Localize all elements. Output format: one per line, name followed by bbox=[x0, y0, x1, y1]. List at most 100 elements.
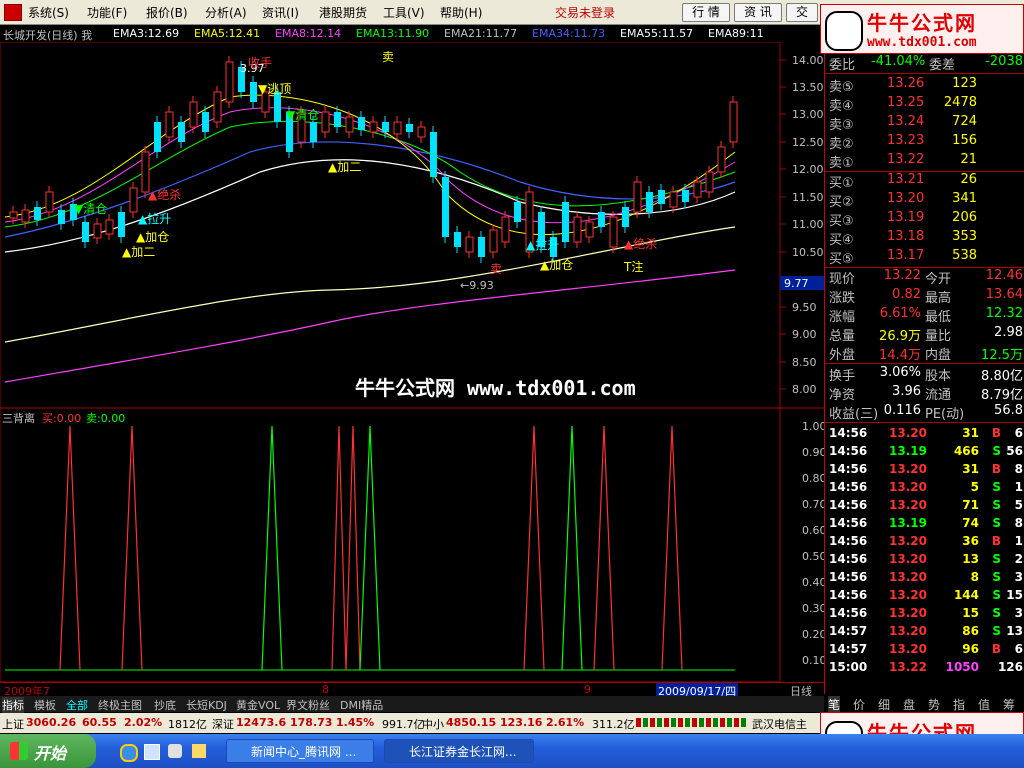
signal-label: ▲绝杀 bbox=[624, 237, 658, 251]
folder-icon[interactable] bbox=[192, 744, 206, 758]
tab-vol[interactable]: 黄金VOL bbox=[236, 697, 280, 713]
tick-volume: 74 bbox=[962, 516, 979, 530]
tick-count: 56 bbox=[1006, 444, 1023, 458]
menu-analysis[interactable]: 分析(A) bbox=[205, 4, 247, 21]
menu-tools[interactable]: 工具(V) bbox=[383, 4, 425, 21]
tab-ultimate[interactable]: 终极主图 bbox=[98, 697, 142, 713]
watermark-text: 牛牛公式网 www.tdx001.com bbox=[355, 376, 636, 400]
tick-row: 14:56 13.19 466 S 56 bbox=[825, 444, 1024, 462]
kline-svg bbox=[0, 42, 824, 682]
tab-dmi[interactable]: DMI精品 bbox=[340, 697, 383, 713]
stat-row: 外盘 14.4万 内盘 12.5万 bbox=[825, 344, 1024, 363]
indicator-spike bbox=[261, 425, 283, 671]
windows-logo-icon bbox=[10, 742, 28, 760]
signal-label: 卖 bbox=[382, 50, 395, 64]
ad-url: www.tdx001.com bbox=[867, 35, 977, 50]
quote-tab[interactable]: 指 bbox=[953, 696, 965, 713]
menu-system[interactable]: 系统(S) bbox=[28, 4, 69, 21]
indicator-tick: 0.40 bbox=[802, 576, 827, 589]
signal-label: 收手 bbox=[248, 56, 273, 70]
candle-body bbox=[693, 181, 702, 198]
tick-row: 14:56 13.20 36 B 1 bbox=[825, 534, 1024, 552]
indicator-group bbox=[5, 425, 735, 671]
tab-kdj[interactable]: 长短KDJ bbox=[186, 697, 227, 713]
candle-body bbox=[105, 219, 114, 235]
tick-time: 14:56 bbox=[829, 606, 868, 620]
app-icon[interactable] bbox=[4, 4, 22, 21]
news-button[interactable]: 资 讯 bbox=[734, 3, 782, 22]
diff-label: 委差 bbox=[929, 58, 956, 73]
indicator-tick: 0.30 bbox=[802, 602, 827, 615]
ema-3: EMA3:12.69 bbox=[113, 27, 180, 40]
tick-price: 13.20 bbox=[889, 606, 927, 620]
quote-tab[interactable]: 盘 bbox=[903, 696, 915, 713]
tick-time: 14:56 bbox=[829, 588, 868, 602]
tab-template[interactable]: 模板 bbox=[34, 697, 56, 713]
ask-row: 卖③ 13.24 724 bbox=[825, 114, 1024, 133]
candle-body bbox=[406, 124, 413, 132]
task-tencent-news[interactable]: 新闻中心_腾讯网 ... bbox=[226, 739, 374, 763]
tick-side: S bbox=[992, 552, 1001, 566]
quote-tab[interactable]: 势 bbox=[928, 696, 940, 713]
tab-indicator[interactable]: 指标 bbox=[2, 697, 24, 713]
start-button[interactable]: 开始 bbox=[0, 734, 96, 768]
trade-button[interactable]: 交 bbox=[786, 3, 818, 22]
indicator-tabs: 指标 模板 全部 终极主图 抄底 长短KDJ 黄金VOL 界文粉丝 DMI精品 bbox=[0, 696, 824, 713]
media-icon[interactable] bbox=[168, 744, 182, 758]
scrolling-stock[interactable]: 武汉电信主 bbox=[752, 716, 807, 732]
tick-time: 14:57 bbox=[829, 624, 868, 638]
low-marker: ←9.93 bbox=[460, 279, 494, 292]
tick-count: 6 bbox=[1014, 642, 1023, 656]
current-price-tag: 9.77 bbox=[784, 277, 809, 290]
tick-price: 13.20 bbox=[889, 480, 927, 494]
candle-body bbox=[573, 216, 582, 243]
ratio-label: 委比 bbox=[829, 58, 856, 73]
candle-body bbox=[310, 122, 317, 142]
tab-bottom[interactable]: 抄底 bbox=[154, 697, 176, 713]
price-tick: 8.50 bbox=[792, 356, 817, 369]
bid-row: 买③ 13.19 206 bbox=[825, 210, 1024, 229]
quote-tab[interactable]: 细 bbox=[878, 696, 890, 713]
ask-price: 13.22 bbox=[887, 152, 925, 167]
tab-all[interactable]: 全部 bbox=[66, 697, 88, 713]
indicator-spike bbox=[661, 425, 683, 671]
menu-hk-futures[interactable]: 港股期货 bbox=[319, 4, 367, 21]
candle-body bbox=[189, 101, 198, 128]
quote-tab[interactable]: 筹 bbox=[1003, 696, 1015, 713]
quote-tab[interactable]: 价 bbox=[853, 696, 865, 713]
indicator-spike bbox=[59, 425, 81, 671]
ask-volume: 724 bbox=[952, 114, 977, 129]
bid-row: 买④ 13.18 353 bbox=[825, 229, 1024, 248]
tick-time: 14:56 bbox=[829, 552, 868, 566]
bid-price: 13.17 bbox=[887, 248, 925, 263]
menu-info[interactable]: 资讯(I) bbox=[262, 4, 299, 21]
candle-body bbox=[562, 202, 569, 242]
quote-tab[interactable]: 值 bbox=[978, 696, 990, 713]
kline-chart-area[interactable]: 14.00 13.50 13.00 12.50 12.00 11.50 11.0… bbox=[0, 42, 827, 682]
menu-function[interactable]: 功能(F) bbox=[87, 4, 127, 21]
signal-label: ▲加二 bbox=[122, 245, 156, 259]
signal-label: T注 bbox=[624, 260, 644, 274]
stat-value: 3.96 bbox=[892, 384, 921, 399]
bid-label: 买① bbox=[829, 176, 854, 191]
desktop-icon[interactable] bbox=[144, 744, 160, 760]
tick-volume: 31 bbox=[962, 462, 979, 476]
task-changjiang[interactable]: 长江证券金长江网... bbox=[384, 739, 534, 763]
ema-5: EMA5:12.41 bbox=[194, 27, 261, 40]
stat-label: 股本 bbox=[925, 369, 952, 384]
quote-tab[interactable]: 笔 bbox=[828, 696, 841, 713]
tick-time: 14:57 bbox=[829, 642, 868, 656]
stat-row: 涨跌 0.82 最高 13.64 bbox=[825, 287, 1024, 306]
stat-value: 26.9万 bbox=[879, 329, 921, 344]
ie-icon[interactable] bbox=[120, 744, 138, 762]
menu-help[interactable]: 帮助(H) bbox=[440, 4, 482, 21]
tick-volume: 31 bbox=[962, 426, 979, 440]
tab-fans[interactable]: 界文粉丝 bbox=[286, 697, 330, 713]
start-label: 开始 bbox=[34, 744, 67, 763]
trade-login-status[interactable]: 交易未登录 bbox=[555, 4, 615, 21]
ad-banner-top[interactable]: 牛牛公式网 www.tdx001.com bbox=[820, 4, 1024, 54]
quotes-button[interactable]: 行 情 bbox=[682, 3, 730, 22]
menu-quote[interactable]: 报价(B) bbox=[146, 4, 188, 21]
tick-time: 14:56 bbox=[829, 444, 868, 458]
tick-count: 3 bbox=[1014, 606, 1023, 620]
